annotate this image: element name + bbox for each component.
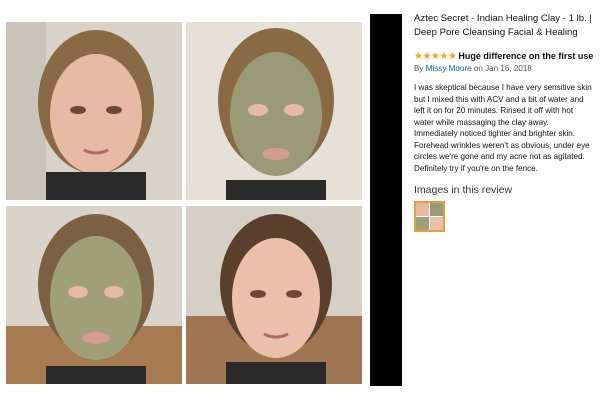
review-headline[interactable]: Huge difference on the first use (458, 51, 593, 61)
product-title-line-1[interactable]: Aztec Secret - Indian Healing Clay - 1 l… (414, 12, 594, 26)
images-section-heading: Images in this review (414, 184, 513, 196)
black-divider-bar (370, 14, 402, 386)
photo-after (186, 206, 362, 384)
byline-prefix: By (414, 64, 424, 73)
review-body: I was skeptical because I have very sens… (414, 83, 592, 173)
star-rating-icon: ★★★★★ (414, 51, 457, 62)
thumb-tile-3 (416, 217, 429, 230)
review-photo-grid (6, 10, 362, 384)
review-panel: Aztec Secret - Indian Healing Clay - 1 l… (414, 12, 594, 232)
photo-clay-dried (6, 206, 182, 384)
photo-before (6, 22, 182, 200)
review-headline-row: ★★★★★ Huge difference on the first use (414, 50, 594, 63)
thumb-tile-2 (430, 203, 443, 216)
review-byline: By Missy Moore on Jan 16, 2018 (414, 64, 594, 73)
thumb-tile-1 (416, 203, 429, 216)
review-author-link[interactable]: Missy Moore (426, 64, 472, 73)
thumb-tile-4 (430, 217, 443, 230)
photo-clay-applied (186, 22, 362, 200)
review-image-thumbnail[interactable] (414, 201, 445, 232)
product-title[interactable]: Aztec Secret - Indian Healing Clay - 1 l… (414, 12, 594, 39)
review-date: on Jan 16, 2018 (473, 64, 532, 73)
product-title-line-2[interactable]: Deep Pore Cleansing Facial & Healing (414, 26, 594, 40)
